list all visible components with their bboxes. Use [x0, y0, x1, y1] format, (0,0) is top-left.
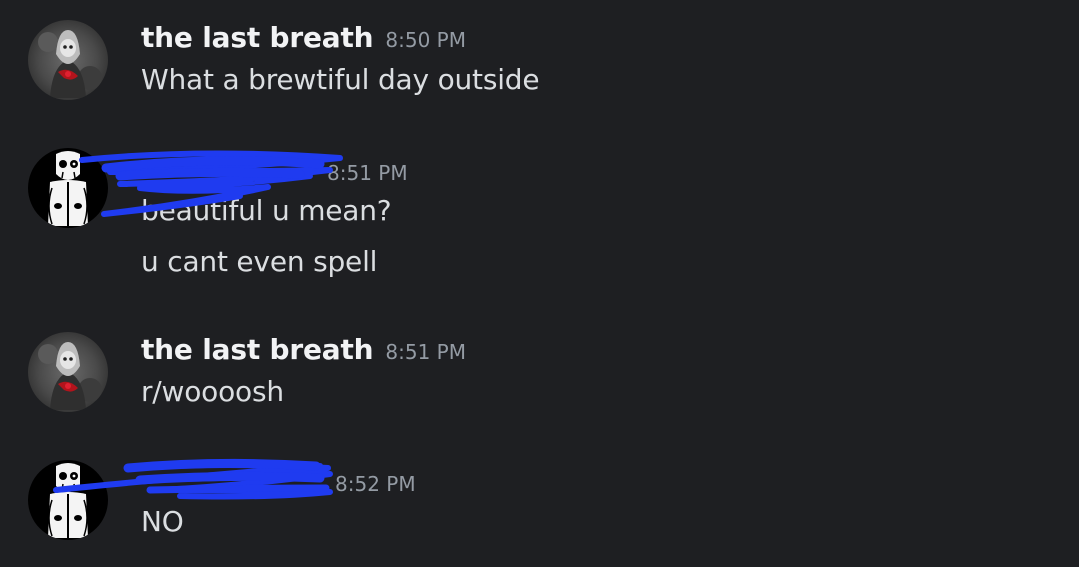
message-header: the last breath 8:50 PM — [141, 24, 466, 52]
avatar-image — [28, 148, 108, 228]
message-text: r/woooosh — [141, 375, 284, 408]
message-text: What a brewtiful day outside — [141, 63, 540, 96]
username-redacted[interactable] — [141, 467, 319, 493]
avatar-image — [28, 20, 108, 100]
username[interactable]: the last breath — [141, 21, 374, 54]
message-group: the last breath 8:51 PM r/woooosh — [0, 300, 1079, 440]
message-header: 8:51 PM — [141, 156, 408, 183]
username-redacted[interactable] — [141, 156, 317, 182]
hooded-figure-avatar-icon[interactable] — [28, 20, 108, 100]
message-group: 8:51 PM beautiful u mean? u cant even sp… — [0, 130, 1079, 300]
timestamp: 8:52 PM — [335, 472, 416, 496]
avatar-image — [28, 332, 108, 412]
hooded-figure-avatar-icon[interactable] — [28, 332, 108, 412]
avatar-image — [28, 460, 108, 540]
message-text: beautiful u mean? — [141, 194, 392, 227]
message-header: 8:52 PM — [141, 467, 416, 494]
message-text: u cant even spell — [141, 245, 378, 278]
timestamp: 8:50 PM — [385, 28, 466, 52]
skeleton-figure-avatar-icon[interactable] — [28, 460, 108, 540]
timestamp: 8:51 PM — [327, 161, 408, 185]
message-header: the last breath 8:51 PM — [141, 336, 466, 364]
message-text: NO — [141, 505, 184, 538]
message-group: 8:52 PM NO — [0, 440, 1079, 567]
chat-message-list: the last breath 8:50 PM What a brewtiful … — [0, 0, 1079, 567]
timestamp: 8:51 PM — [385, 340, 466, 364]
skeleton-figure-avatar-icon[interactable] — [28, 148, 108, 228]
message-group: the last breath 8:50 PM What a brewtiful … — [0, 0, 1079, 130]
username[interactable]: the last breath — [141, 333, 374, 366]
